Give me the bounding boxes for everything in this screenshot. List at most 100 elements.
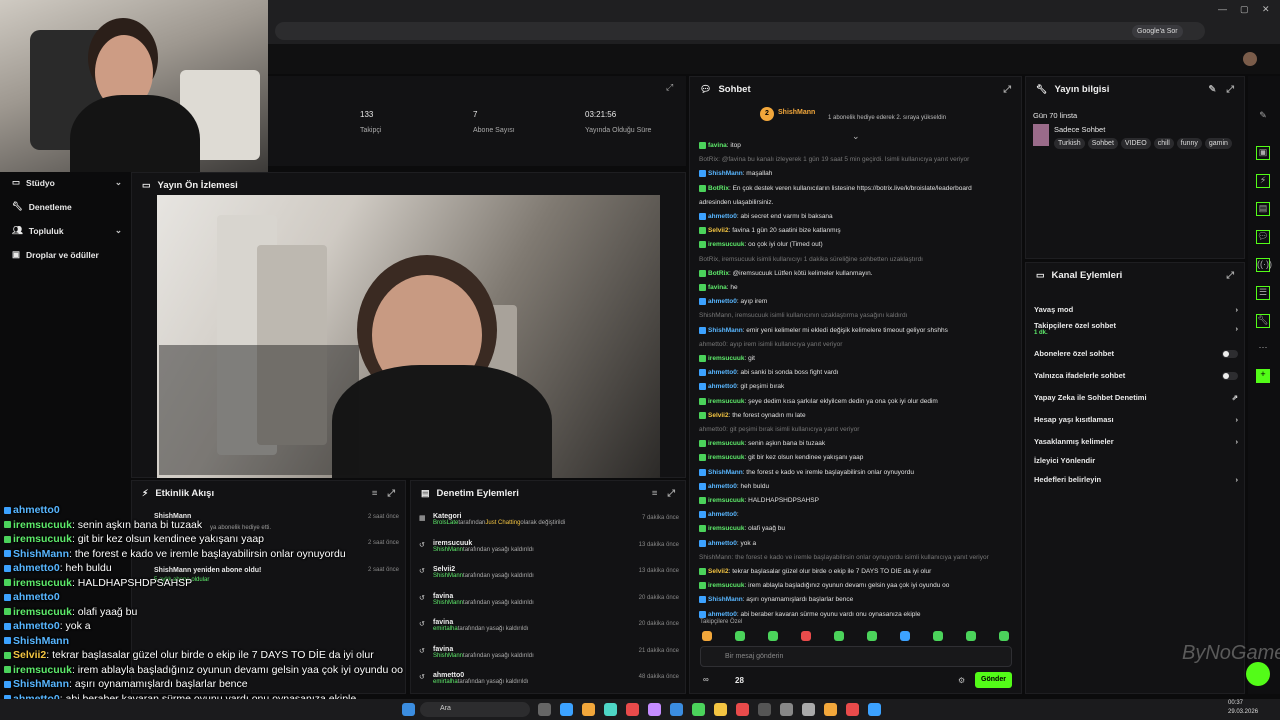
moderation-item[interactable]: ↺ favina ShishManntarafından yasağı kaldır…: [419, 646, 679, 659]
taskbar-search[interactable]: Ara: [420, 702, 530, 717]
emote-icon[interactable]: [702, 631, 712, 641]
chat-username[interactable]: iremsucuuk: [708, 355, 745, 362]
app-icon[interactable]: [692, 703, 705, 716]
edit-icon[interactable]: ✎: [1208, 84, 1216, 95]
maximize-icon[interactable]: ▢: [1240, 4, 1249, 15]
filter-icon[interactable]: ≡: [652, 488, 658, 499]
wrench-icon[interactable]: 🔧︎: [1256, 314, 1270, 328]
chat-username[interactable]: ShishMann: [708, 597, 743, 604]
channel-action-item[interactable]: Abonelere özel sohbet: [1034, 349, 1238, 358]
chat-username[interactable]: BotRix: [708, 185, 729, 192]
gear-icon[interactable]: ⚙: [958, 676, 965, 685]
channel-action-item[interactable]: Takipçilere özel sohbet 1 dk. ›: [1034, 321, 1238, 336]
chat-message[interactable]: iremsucuuk: senin aşkın bana bi tuzaak: [699, 440, 1017, 447]
chat-message[interactable]: BotRix, iremsucuuk isimli kullanıcıyı 1 …: [699, 256, 1017, 263]
channel-action-item[interactable]: Hesap yaşı kısıtlaması ›: [1034, 415, 1238, 424]
chat-message[interactable]: iremsucuuk: irem ablayla başladığınız oy…: [699, 582, 1017, 589]
emote-icon[interactable]: [999, 631, 1009, 641]
app-icon[interactable]: [604, 703, 617, 716]
stream-preview-video[interactable]: [157, 195, 660, 478]
app-icon[interactable]: [582, 703, 595, 716]
app-icon[interactable]: [648, 703, 661, 716]
address-bar[interactable]: [275, 22, 1205, 40]
chat-message[interactable]: adresinden ulaşabilirsiniz.: [699, 199, 1017, 206]
windows-start-icon[interactable]: [402, 703, 415, 716]
chat-message[interactable]: ahmetto0: ayıp irem isimli kullanıcıya y…: [699, 341, 1017, 348]
send-button[interactable]: Gönder: [975, 672, 1012, 688]
chat-message[interactable]: ShishMann: maşallah: [699, 170, 1017, 178]
chat-username[interactable]: ahmetto0: [708, 384, 737, 391]
chat-input[interactable]: Bir mesaj gönderin: [700, 646, 1012, 667]
moderation-item[interactable]: ↺ favina ShishManntarafından yasağı kaldır…: [419, 593, 679, 606]
chat-message[interactable]: ShishMann: the forest e kado ve iremle b…: [699, 554, 1017, 561]
chat-message[interactable]: Selvii2: favina 1 gün 20 saatini bize ka…: [699, 227, 1017, 234]
expand-icon[interactable]: ⤢: [667, 488, 675, 499]
channel-action-item[interactable]: İzleyici Yönlendir: [1034, 456, 1238, 465]
chat-message[interactable]: Selvii2: the forest oynadın mı late: [699, 411, 1017, 419]
moderation-item[interactable]: ↺ ahmetto0 emirtalhatarafından yasağı kald…: [419, 672, 679, 685]
chat-username[interactable]: iremsucuuk: [708, 582, 745, 589]
chat-message[interactable]: Selvii2: tekrar başlasalar güzel olur bi…: [699, 568, 1017, 575]
app-icon[interactable]: [780, 703, 793, 716]
expand-icon[interactable]: ⤢: [666, 82, 673, 93]
emote-icon[interactable]: [933, 631, 943, 641]
broadcast-icon[interactable]: ((·)): [1256, 258, 1272, 272]
chat-message[interactable]: favina: he: [699, 284, 1017, 291]
chat-message[interactable]: ahmetto0: yok a: [699, 539, 1017, 547]
chat-username[interactable]: ahmetto0: [708, 213, 737, 220]
chat-username[interactable]: Selvii2: [708, 412, 729, 419]
moderation-item[interactable]: ↺ favina emirtalhatarafından yasağı kaldır…: [419, 619, 679, 632]
app-icon[interactable]: [868, 703, 881, 716]
chat-message[interactable]: ahmetto0: git peşimi bırak: [699, 383, 1017, 391]
chat-message[interactable]: iremsucuuk: HALDHAPSHDPSAHSP: [699, 497, 1017, 504]
app-icon[interactable]: [758, 703, 771, 716]
expand-icon[interactable]: ⤢: [1226, 84, 1234, 95]
chat-message[interactable]: ahmetto0: ayıp irem: [699, 298, 1017, 305]
list-icon[interactable]: ☰: [1256, 286, 1270, 300]
channel-action-item[interactable]: Hedefleri belirleyin ›: [1034, 475, 1238, 484]
channel-action-item[interactable]: Yapay Zeka ile Sohbet Denetimi ⇗: [1034, 393, 1238, 402]
emote-icon[interactable]: [834, 631, 844, 641]
app-icon[interactable]: [538, 703, 551, 716]
chevron-down-icon[interactable]: ⌄: [852, 131, 860, 142]
chat-username[interactable]: ShishMann: [708, 469, 743, 476]
chat-message[interactable]: BotRix: En çok destek veren kullanıcılar…: [699, 184, 1017, 192]
chat-message[interactable]: iremsucuuk: oo çok iyi olur (Timed out): [699, 241, 1017, 249]
sidebar-item-denetleme[interactable]: 🔧︎ Denetleme: [12, 201, 122, 212]
emote-icon[interactable]: [735, 631, 745, 641]
sidebar-item-studyo[interactable]: ▭ Stüdyo ⌄: [12, 177, 122, 188]
chat-message[interactable]: ahmetto0:: [699, 511, 1017, 518]
emote-icon[interactable]: [867, 631, 877, 641]
app-icon[interactable]: [802, 703, 815, 716]
bolt-icon[interactable]: ⚡︎: [1256, 174, 1270, 188]
chat-username[interactable]: Selvii2: [708, 568, 729, 575]
app-icon[interactable]: [824, 703, 837, 716]
camera-icon[interactable]: ▣: [1256, 146, 1270, 160]
app-icon[interactable]: [626, 703, 639, 716]
minimize-icon[interactable]: —: [1218, 4, 1227, 14]
chat-username[interactable]: favina: [708, 142, 727, 149]
chat-username[interactable]: iremsucuuk: [708, 526, 745, 533]
chat-message[interactable]: ahmetto0: abi secret end varmı bi baksan…: [699, 213, 1017, 220]
filter-icon[interactable]: ≡: [372, 488, 378, 499]
share-icon[interactable]: ⋯: [1256, 342, 1270, 356]
chat-username[interactable]: iremsucuuk: [708, 398, 745, 405]
chat-message[interactable]: ShishMann: aşırı oynamamışlardı başlarla…: [699, 596, 1017, 604]
app-icon[interactable]: [846, 703, 859, 716]
app-icon[interactable]: [560, 703, 573, 716]
chat-username[interactable]: BotRix: [708, 270, 729, 277]
expand-icon[interactable]: ⤢: [1003, 84, 1011, 95]
chat-username[interactable]: ahmetto0: [708, 511, 737, 518]
chat-message[interactable]: iremsucuuk: git bir kez olsun kendinee y…: [699, 454, 1017, 462]
chat-username[interactable]: ahmetto0: [708, 540, 737, 547]
channel-action-item[interactable]: Yavaş mod ›: [1034, 305, 1238, 314]
expand-icon[interactable]: ⤢: [387, 488, 395, 499]
chat-username[interactable]: ahmetto0: [708, 483, 737, 490]
toggle-switch[interactable]: [1222, 371, 1238, 380]
chat-message[interactable]: iremsucuuk: şeye dedim kısa şarkılar ekl…: [699, 397, 1017, 405]
chat-message[interactable]: ShishMann: the forest e kado ve iremle b…: [699, 468, 1017, 476]
chat-username[interactable]: ahmetto0: [708, 298, 737, 305]
chat-icon[interactable]: 💬︎: [1256, 230, 1270, 244]
chat-username[interactable]: Selvii2: [708, 227, 729, 234]
pencil-icon[interactable]: ✎: [1256, 110, 1270, 124]
